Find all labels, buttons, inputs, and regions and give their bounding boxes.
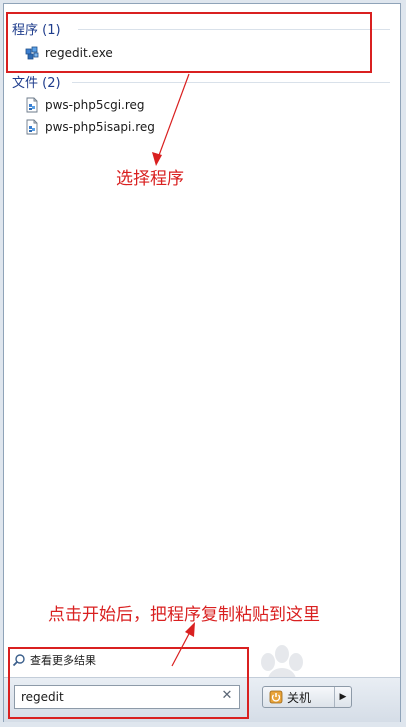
start-search-input[interactable] bbox=[14, 685, 240, 709]
shutdown-icon bbox=[269, 690, 283, 704]
annotation-arrow-line-top bbox=[157, 73, 190, 159]
shutdown-label: 关机 bbox=[287, 690, 312, 705]
annotation-arrow-line-bottom bbox=[171, 629, 192, 667]
close-icon[interactable]: ✕ bbox=[220, 689, 234, 703]
more-results-link[interactable]: 查看更多结果 bbox=[12, 651, 96, 669]
annotation-select-program: 选择程序 bbox=[116, 169, 184, 189]
search-icon bbox=[12, 653, 26, 667]
chevron-right-icon[interactable]: ▶ bbox=[334, 687, 351, 707]
shutdown-button[interactable]: 关机 ▶ bbox=[262, 686, 352, 708]
annotation-paste-instruction: 点击开始后，把程序复制粘贴到这里 bbox=[48, 605, 320, 625]
more-results-label: 查看更多结果 bbox=[30, 654, 96, 667]
